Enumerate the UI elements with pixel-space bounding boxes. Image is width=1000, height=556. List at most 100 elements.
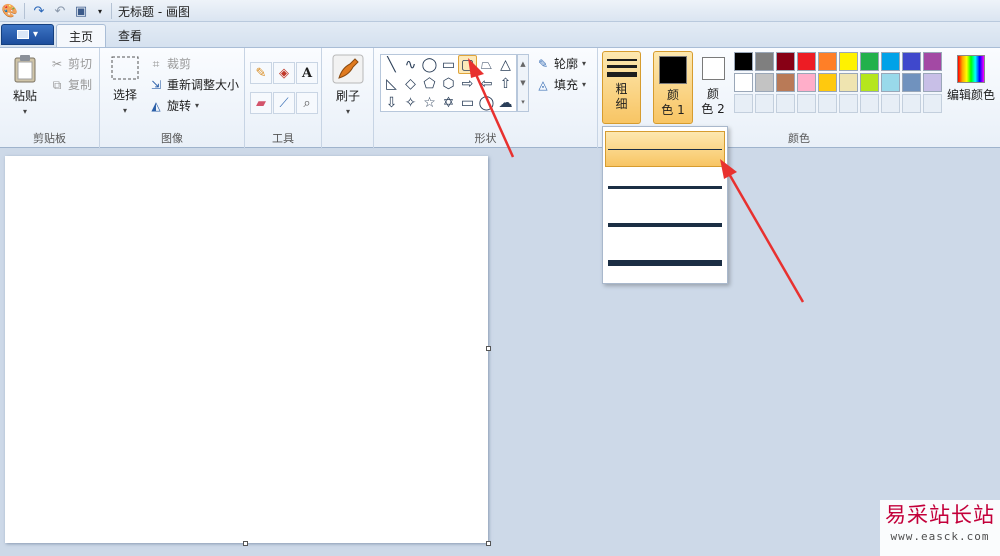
palette-color-swatch[interactable] <box>818 52 837 71</box>
down-arrow-shape-icon[interactable]: ⇩ <box>382 93 401 112</box>
oval-shape-icon[interactable]: ◯ <box>420 55 439 74</box>
scroll-down-icon[interactable]: ▼ <box>520 79 525 87</box>
palette-color-swatch[interactable] <box>818 73 837 92</box>
fill-bucket-icon[interactable]: ◈ <box>273 62 295 84</box>
color-picker-icon[interactable]: ⟋ <box>273 92 295 114</box>
brushes-button[interactable]: 刷子 ▾ <box>330 54 366 117</box>
brush-icon <box>332 54 364 84</box>
expand-gallery-icon[interactable]: ▾ <box>521 98 525 106</box>
pentagon-shape-icon[interactable]: ⬠ <box>420 74 439 93</box>
palette-color-swatch[interactable] <box>923 73 942 92</box>
paint-app-icon[interactable]: 🎨 <box>2 3 18 19</box>
hexagon-shape-icon[interactable]: ⬡ <box>439 74 458 93</box>
chevron-down-icon: ▾ <box>32 29 39 40</box>
resize-handle-bottom[interactable] <box>243 541 248 546</box>
diamond-shape-icon[interactable]: ◇ <box>401 74 420 93</box>
palette-color-swatch[interactable] <box>839 52 858 71</box>
line-shape-icon[interactable]: ╲ <box>382 55 401 74</box>
rotate-button[interactable]: ◭ 旋转 ▾ <box>149 97 199 114</box>
palette-color-swatch[interactable] <box>860 73 879 92</box>
palette-color-swatch[interactable] <box>860 52 879 71</box>
five-point-star-shape-icon[interactable]: ☆ <box>420 93 439 112</box>
text-icon[interactable]: A <box>296 62 318 84</box>
callout-rectangle-shape-icon[interactable]: ▭ <box>458 93 477 112</box>
palette-color-swatch[interactable] <box>902 73 921 92</box>
palette-color-swatch[interactable] <box>776 73 795 92</box>
select-button[interactable]: 选择 ▾ <box>108 55 142 116</box>
size-option-1px[interactable] <box>605 131 725 167</box>
tab-home[interactable]: 主页 <box>56 24 107 47</box>
up-arrow-shape-icon[interactable]: ⇧ <box>496 74 515 93</box>
palette-custom-slot[interactable] <box>818 94 837 113</box>
outline-button[interactable]: ✎ 轮廓 ▾ <box>536 55 586 72</box>
drawing-canvas[interactable] <box>5 156 488 543</box>
edit-colors-button[interactable]: 编辑颜色 <box>946 52 996 103</box>
palette-color-swatch[interactable] <box>797 52 816 71</box>
resize-handle-right[interactable] <box>486 346 491 351</box>
palette-color-swatch[interactable] <box>839 73 858 92</box>
shape-gallery-scroll[interactable]: ▲ ▼ ▾ <box>517 54 529 112</box>
separator <box>24 3 25 19</box>
six-point-star-shape-icon[interactable]: ✡ <box>439 93 458 112</box>
group-label: 剪贴板 <box>33 132 66 145</box>
palette-color-swatch[interactable] <box>755 73 774 92</box>
save-icon[interactable]: ▣ <box>73 3 89 19</box>
color2-button[interactable]: 颜 色 2 <box>693 51 733 124</box>
palette-color-swatch[interactable] <box>881 52 900 71</box>
palette-color-swatch[interactable] <box>797 73 816 92</box>
size-option-3px[interactable] <box>605 169 725 205</box>
resize-button[interactable]: ⇲ 重新调整大小 <box>149 76 239 93</box>
palette-color-swatch[interactable] <box>755 52 774 71</box>
fill-button[interactable]: ◬ 填充 ▾ <box>536 76 586 93</box>
paint-menu-button[interactable]: ▾ <box>1 24 54 45</box>
magnifier-icon[interactable]: ⌕ <box>296 92 318 114</box>
cut-button[interactable]: ✂ 剪切 <box>50 55 92 72</box>
palette-custom-slot[interactable] <box>860 94 879 113</box>
four-point-star-shape-icon[interactable]: ✧ <box>401 93 420 112</box>
crop-icon: ⌗ <box>152 56 160 71</box>
triangle-shape-icon[interactable]: △ <box>496 55 515 74</box>
palette-custom-slot[interactable] <box>776 94 795 113</box>
palette-custom-slot[interactable] <box>902 94 921 113</box>
palette-color-swatch[interactable] <box>776 52 795 71</box>
select-label: 选择 <box>112 88 137 102</box>
undo-icon[interactable]: ↶ <box>52 3 68 19</box>
palette-custom-slot[interactable] <box>881 94 900 113</box>
polygon-shape-icon[interactable]: ⏢ <box>477 55 496 74</box>
tab-view[interactable]: 查看 <box>106 24 154 47</box>
size-option-8px[interactable] <box>605 245 725 281</box>
callout-oval-shape-icon[interactable]: ◯ <box>477 93 496 112</box>
right-triangle-shape-icon[interactable]: ◺ <box>382 74 401 93</box>
size-button[interactable]: 粗 细 <box>602 51 641 124</box>
cut-label: 剪切 <box>68 57 93 71</box>
redo-icon[interactable]: ↷ <box>31 3 47 19</box>
left-arrow-shape-icon[interactable]: ⇦ <box>477 74 496 93</box>
palette-color-swatch[interactable] <box>881 73 900 92</box>
palette-color-swatch[interactable] <box>734 52 753 71</box>
right-arrow-shape-icon[interactable]: ⇨ <box>458 74 477 93</box>
copy-button[interactable]: ⧉ 复制 <box>50 76 92 93</box>
scroll-up-icon[interactable]: ▲ <box>520 60 525 68</box>
palette-custom-slot[interactable] <box>839 94 858 113</box>
rounded-rectangle-shape-icon[interactable]: ▢ <box>458 55 477 74</box>
crop-button[interactable]: ⌗ 裁剪 <box>149 55 191 72</box>
pencil-icon[interactable]: ✎ <box>250 62 272 84</box>
rectangle-shape-icon[interactable]: ▭ <box>439 55 458 74</box>
palette-color-swatch[interactable] <box>902 52 921 71</box>
paste-button[interactable]: 粘贴 ▾ <box>6 54 44 117</box>
palette-color-swatch[interactable] <box>923 52 942 71</box>
customize-dropdown-icon[interactable]: ▾ <box>92 3 108 19</box>
size-option-5px[interactable] <box>605 207 725 243</box>
palette-custom-slot[interactable] <box>923 94 942 113</box>
palette-custom-slot[interactable] <box>797 94 816 113</box>
color1-button[interactable]: 颜 色 1 <box>653 51 693 124</box>
line-sample <box>608 260 722 266</box>
color2-swatch <box>701 57 725 80</box>
curve-shape-icon[interactable]: ∿ <box>401 55 420 74</box>
palette-color-swatch[interactable] <box>734 73 753 92</box>
palette-custom-slot[interactable] <box>734 94 753 113</box>
palette-custom-slot[interactable] <box>755 94 774 113</box>
resize-handle-corner[interactable] <box>486 541 491 546</box>
callout-cloud-shape-icon[interactable]: ☁ <box>496 93 515 112</box>
eraser-icon[interactable]: ▰ <box>250 92 272 114</box>
